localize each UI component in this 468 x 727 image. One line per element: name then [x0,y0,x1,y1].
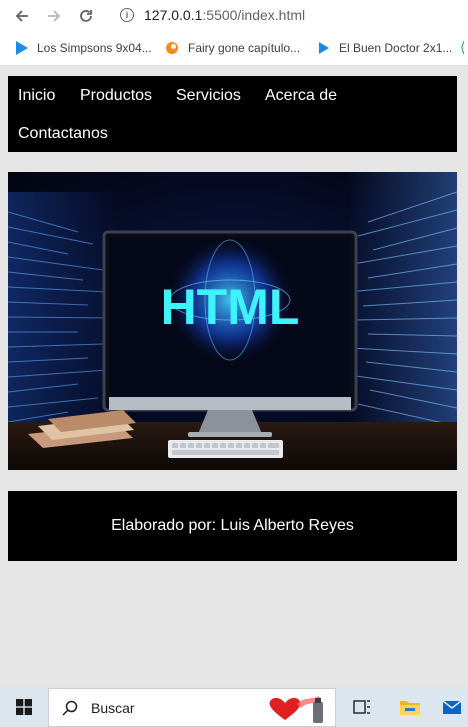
search-label: Buscar [91,699,135,716]
crunchyroll-icon [166,42,178,54]
play-icon [319,42,329,54]
nav-link-contactanos[interactable]: Contactanos [18,124,108,143]
folder-icon [400,701,420,715]
reload-button[interactable] [70,0,102,31]
bookmarks-bar: Los Simpsons 9x04... Fairy gone capítulo… [0,31,468,66]
bookmark-overflow-icon[interactable]: ⟨ [460,39,465,56]
mail-icon [442,700,462,714]
footer-credit: Elaborado por: Luis Alberto Reyes [111,517,354,534]
search-highlight-icon [269,696,323,723]
keyboard [168,440,283,458]
back-button[interactable] [6,0,38,31]
start-button[interactable] [0,687,48,727]
url-text: 127.0.0.1:5500/index.html [144,7,306,23]
task-view-button[interactable] [340,687,384,727]
forward-button[interactable] [38,0,70,31]
taskbar-search[interactable]: Buscar [48,688,336,727]
nav-link-servicios[interactable]: Servicios [176,86,241,105]
windows-logo-icon [16,699,32,715]
code-streaks-left [8,192,118,442]
taskbar: Buscar [0,687,468,727]
site-nav: Inicio Productos Servicios Acerca de Con… [8,76,457,152]
reload-icon [80,9,92,22]
html-monitor-illustration: HTML [8,172,457,470]
monitor: HTML [102,230,358,437]
info-icon[interactable]: i [120,8,134,22]
bookmark-item[interactable]: El Buen Doctor 2x1... [315,40,452,56]
hero-screen-text: HTML [161,279,300,335]
play-icon [16,41,28,55]
mail-button[interactable] [436,687,468,727]
search-icon [62,700,78,716]
site-footer: Elaborado por: Luis Alberto Reyes [8,491,457,561]
nav-link-productos[interactable]: Productos [80,86,152,105]
task-view-icon [353,700,370,714]
file-explorer-button[interactable] [388,687,432,727]
browser-toolbar: i 127.0.0.1:5500/index.html [0,0,468,31]
arrow-right-icon [48,9,61,22]
address-bar[interactable]: i 127.0.0.1:5500/index.html [112,3,468,27]
nav-link-acerca[interactable]: Acerca de [265,86,337,105]
bookmark-item[interactable]: Fairy gone capítulo... [164,40,300,56]
bookmark-item[interactable]: Los Simpsons 9x04... [13,40,152,56]
arrow-left-icon [15,9,28,22]
nav-link-inicio[interactable]: Inicio [18,86,55,105]
hero-image: HTML [8,172,457,470]
